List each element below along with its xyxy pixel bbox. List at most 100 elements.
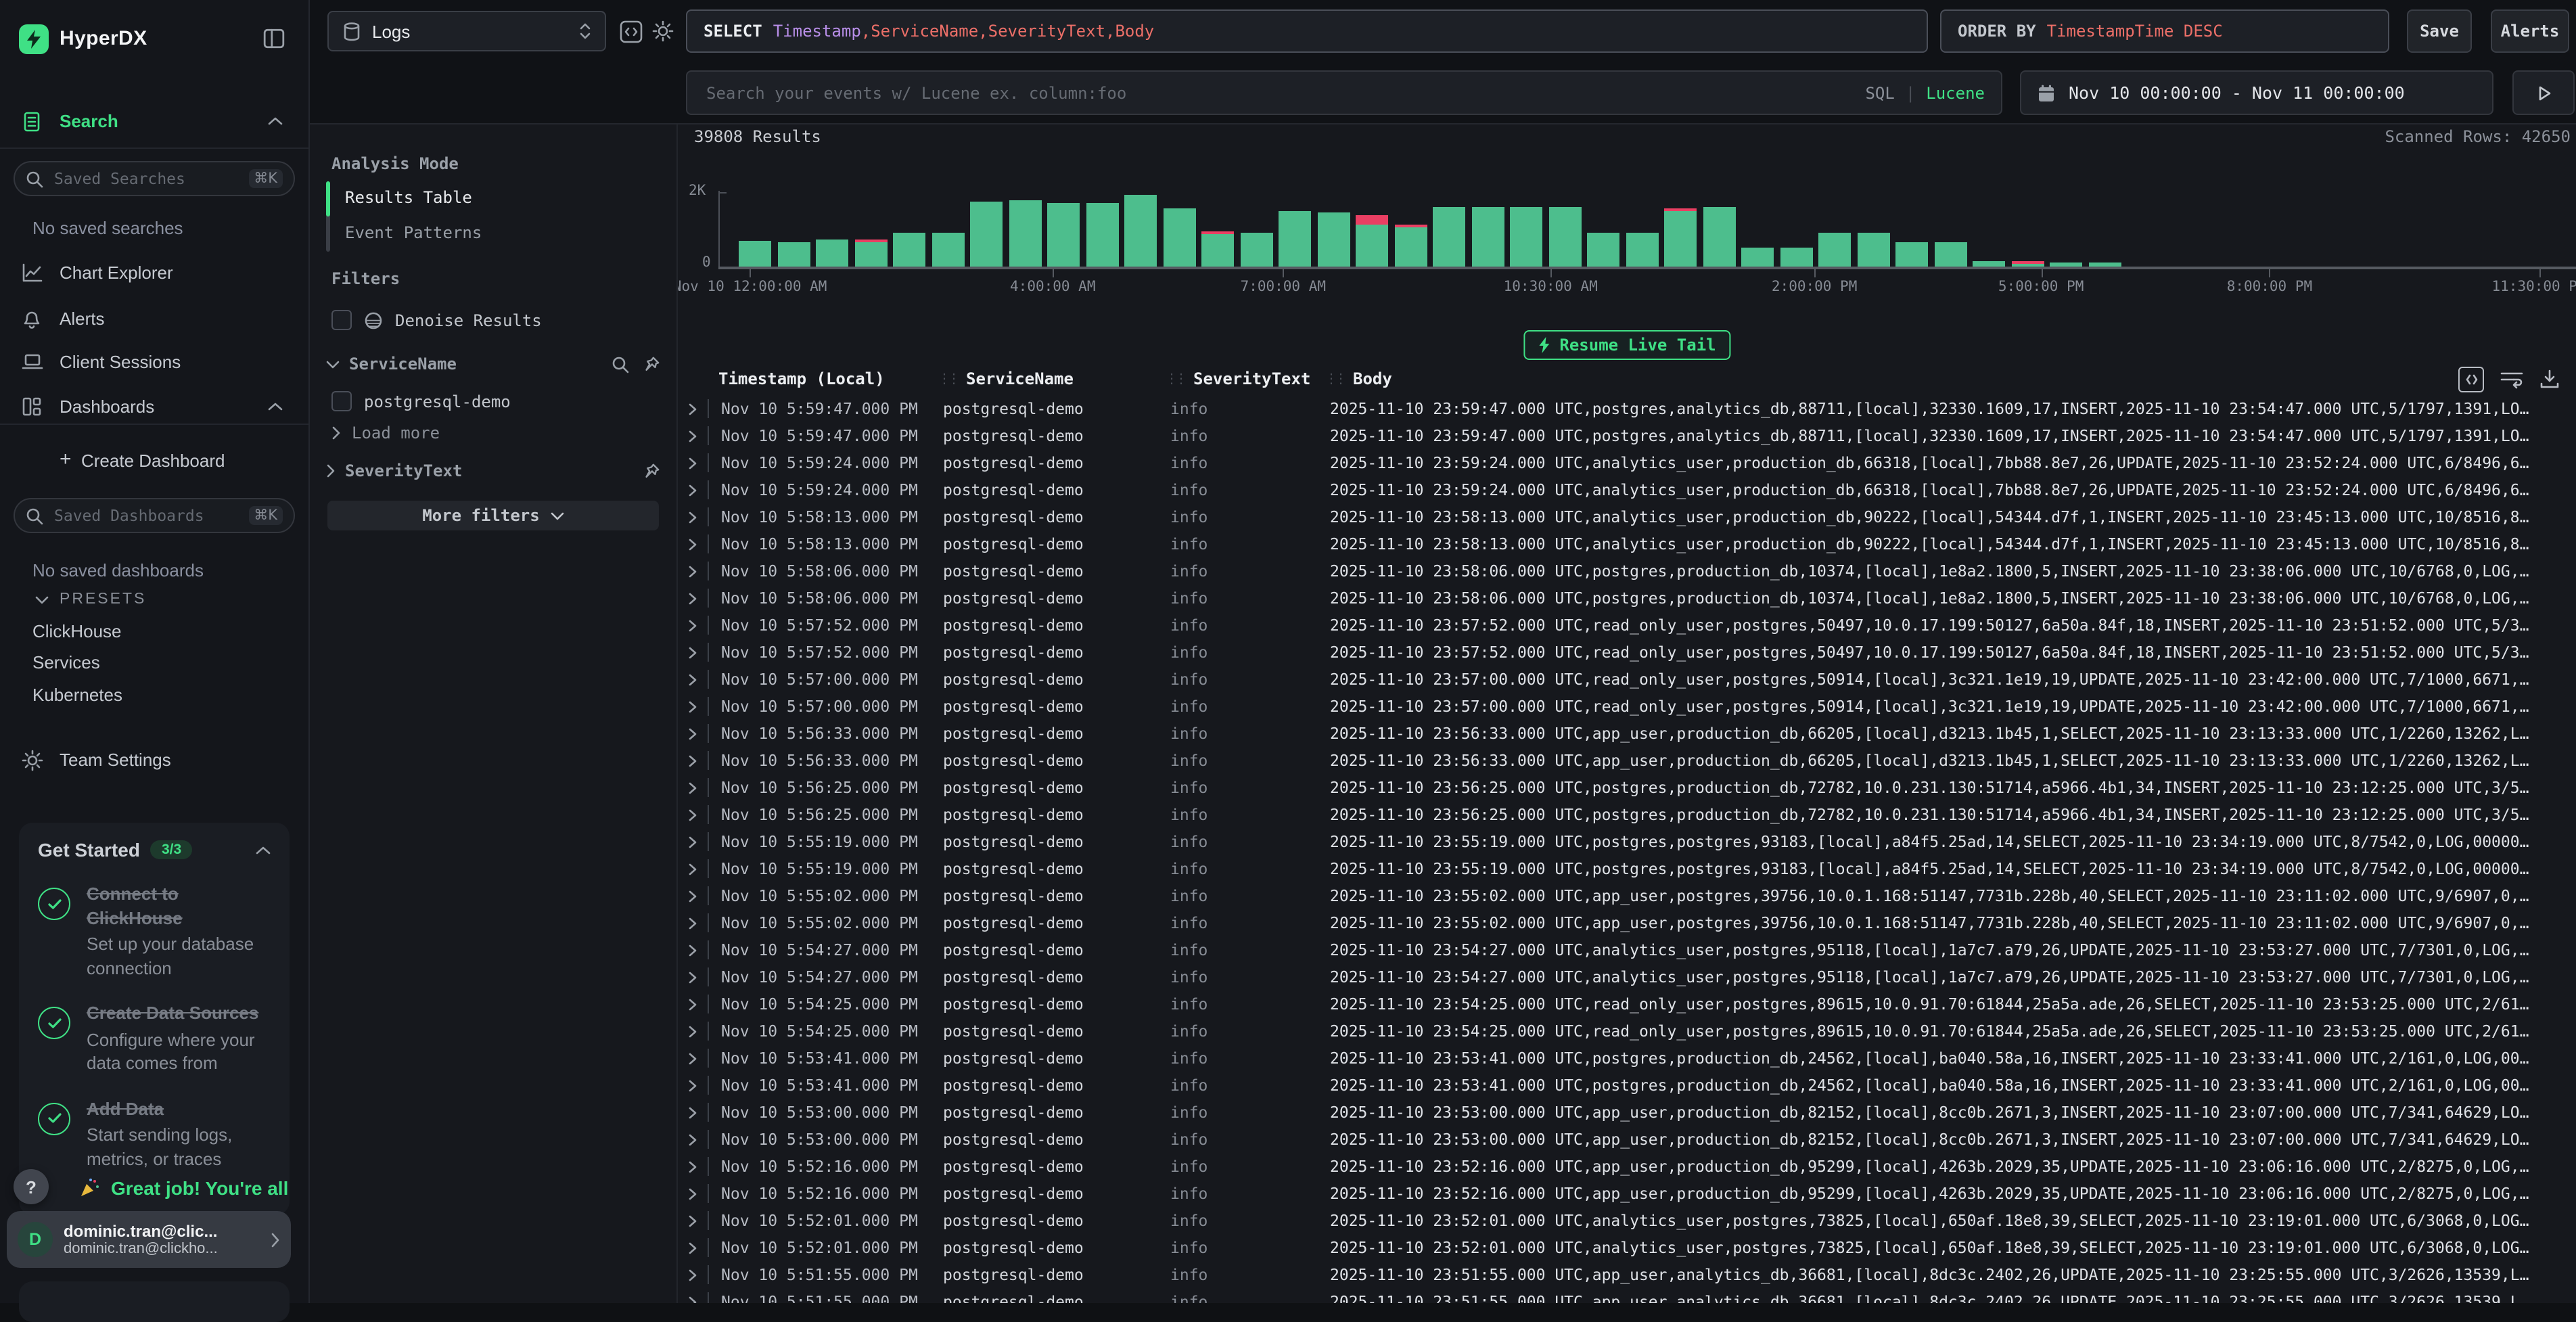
expand-row-icon[interactable] — [678, 511, 708, 523]
column-drag-handle[interactable]: ⋮⋮ — [1325, 371, 1343, 386]
histogram-bar[interactable] — [1471, 207, 1504, 267]
sidebar-item-team-settings[interactable]: Team Settings — [0, 743, 308, 778]
histogram-bar[interactable] — [893, 233, 925, 267]
get-started-step[interactable]: Add Data Start sending logs, metrics, or… — [38, 1097, 271, 1171]
filter-group-severitytext[interactable]: SeverityText — [326, 461, 660, 480]
histogram-bar[interactable] — [1394, 225, 1427, 267]
table-row[interactable]: Nov 10 5:55:19.000 PM postgresql-demo in… — [678, 855, 2576, 882]
resume-live-tail-button[interactable]: Resume Live Tail — [1523, 330, 1730, 360]
source-select[interactable]: Logs — [327, 11, 606, 51]
get-started-step[interactable]: Create Data Sources Configure where your… — [38, 1001, 271, 1075]
preset-clickhouse[interactable]: ClickHouse — [32, 621, 122, 641]
table-row[interactable]: Nov 10 5:55:02.000 PM postgresql-demo in… — [678, 882, 2576, 909]
histogram-bar[interactable] — [1510, 207, 1542, 267]
more-filters-button[interactable]: More filters — [327, 501, 659, 530]
table-row[interactable]: Nov 10 5:57:00.000 PM postgresql-demo in… — [678, 666, 2576, 693]
language-toggle-sql[interactable]: SQL — [1865, 83, 1894, 102]
preset-services[interactable]: Services — [32, 652, 100, 673]
expand-row-icon[interactable] — [678, 1025, 708, 1037]
histogram-bar[interactable] — [1163, 208, 1195, 267]
histogram-bar[interactable] — [1973, 261, 2005, 267]
expand-row-icon[interactable] — [678, 1160, 708, 1172]
histogram-bar[interactable] — [932, 233, 964, 267]
histogram-bar[interactable] — [1548, 207, 1581, 267]
expand-row-icon[interactable] — [678, 1214, 708, 1227]
query-settings-gear-icon[interactable] — [651, 19, 675, 43]
expand-row-icon[interactable] — [678, 700, 708, 712]
expand-row-icon[interactable] — [678, 403, 708, 415]
table-row[interactable]: Nov 10 5:56:25.000 PM postgresql-demo in… — [678, 801, 2576, 828]
expand-row-icon[interactable] — [678, 836, 708, 848]
table-row[interactable]: Nov 10 5:52:16.000 PM postgresql-demo in… — [678, 1153, 2576, 1180]
table-row[interactable]: Nov 10 5:57:52.000 PM postgresql-demo in… — [678, 639, 2576, 666]
expand-row-icon[interactable] — [678, 754, 708, 767]
event-search-bar[interactable]: SQL | Lucene — [686, 70, 2002, 115]
header-timestamp[interactable]: Timestamp (Local) — [708, 369, 932, 388]
table-row[interactable]: Nov 10 5:58:06.000 PM postgresql-demo in… — [678, 585, 2576, 612]
histogram-bar[interactable] — [1086, 203, 1118, 267]
expand-row-icon[interactable] — [678, 565, 708, 577]
expand-row-icon[interactable] — [678, 484, 708, 496]
table-row[interactable]: Nov 10 5:54:25.000 PM postgresql-demo in… — [678, 990, 2576, 1018]
histogram-bar[interactable] — [970, 202, 1003, 267]
histogram-bar[interactable] — [816, 240, 848, 267]
chevron-up-icon[interactable] — [268, 116, 283, 126]
search-icon[interactable] — [612, 355, 629, 373]
create-dashboard-button[interactable]: + Create Dashboard — [0, 444, 308, 479]
expand-row-icon[interactable] — [678, 430, 708, 442]
table-row[interactable]: Nov 10 5:59:47.000 PM postgresql-demo in… — [678, 395, 2576, 422]
expand-row-icon[interactable] — [678, 1296, 708, 1303]
get-started-step[interactable]: Connect to ClickHouse Set up your databa… — [38, 882, 271, 980]
histogram-bar[interactable] — [1201, 231, 1234, 267]
mode-event-patterns[interactable]: Event Patterns — [345, 223, 482, 242]
preset-kubernetes[interactable]: Kubernetes — [32, 685, 122, 705]
table-row[interactable]: Nov 10 5:59:24.000 PM postgresql-demo in… — [678, 449, 2576, 476]
histogram-bar[interactable] — [1857, 233, 1889, 267]
column-drag-handle[interactable]: ⋮⋮ — [1165, 371, 1184, 386]
hyperdx-logo-icon[interactable] — [19, 24, 49, 54]
expand-row-icon[interactable] — [678, 1106, 708, 1118]
histogram-bar[interactable] — [854, 240, 887, 267]
load-more-button[interactable]: Load more — [331, 424, 440, 442]
table-row[interactable]: Nov 10 5:58:13.000 PM postgresql-demo in… — [678, 503, 2576, 530]
help-button[interactable]: ? — [14, 1169, 49, 1204]
sidebar-item-dashboards[interactable]: Dashboards — [0, 390, 308, 425]
table-row[interactable]: Nov 10 5:56:33.000 PM postgresql-demo in… — [678, 720, 2576, 747]
orderby-clause-input[interactable]: ORDER BY TimestampTime DESC — [1940, 9, 2389, 53]
expand-row-icon[interactable] — [678, 457, 708, 469]
table-row[interactable]: Nov 10 5:53:41.000 PM postgresql-demo in… — [678, 1072, 2576, 1099]
histogram-bar[interactable] — [1934, 242, 1967, 267]
sidebar-item-client-sessions[interactable]: Client Sessions — [0, 345, 308, 380]
save-button[interactable]: Save — [2407, 9, 2472, 53]
run-query-button[interactable] — [2512, 70, 2575, 115]
pin-icon[interactable] — [643, 355, 660, 373]
histogram-bar[interactable] — [777, 242, 810, 267]
expand-row-icon[interactable] — [678, 538, 708, 550]
expand-row-icon[interactable] — [678, 971, 708, 983]
select-clause-input[interactable]: SELECT Timestamp,ServiceName,SeverityTex… — [686, 9, 1928, 53]
code-view-button[interactable] — [618, 19, 643, 43]
histogram-bar[interactable] — [1009, 200, 1041, 267]
histogram-bar[interactable] — [1587, 233, 1619, 267]
header-servicename[interactable]: ⋮⋮ServiceName — [932, 369, 1159, 388]
expand-row-icon[interactable] — [678, 890, 708, 902]
denoise-results-option[interactable]: Denoise Results — [331, 310, 542, 330]
saved-dashboards-input[interactable] — [51, 505, 240, 526]
table-row[interactable]: Nov 10 5:52:01.000 PM postgresql-demo in… — [678, 1234, 2576, 1261]
header-body[interactable]: ⋮⋮Body — [1319, 369, 2576, 388]
download-icon[interactable] — [2539, 369, 2560, 389]
histogram-bar[interactable] — [1703, 207, 1735, 267]
histogram-bar[interactable] — [1741, 248, 1774, 267]
expand-row-icon[interactable] — [678, 998, 708, 1010]
code-view-icon[interactable] — [2458, 366, 2484, 392]
table-row[interactable]: Nov 10 5:54:25.000 PM postgresql-demo in… — [678, 1018, 2576, 1045]
histogram-bar[interactable] — [1895, 242, 1928, 267]
histogram-bar[interactable] — [739, 241, 771, 267]
column-drag-handle[interactable]: ⋮⋮ — [938, 371, 957, 386]
table-row[interactable]: Nov 10 5:51:55.000 PM postgresql-demo in… — [678, 1288, 2576, 1303]
table-row[interactable]: Nov 10 5:55:02.000 PM postgresql-demo in… — [678, 909, 2576, 936]
saved-dashboards-search[interactable]: ⌘K — [14, 498, 295, 533]
filter-option-postgresql-demo[interactable]: postgresql-demo — [331, 391, 511, 411]
histogram-bar[interactable] — [1279, 211, 1311, 267]
histogram-bar[interactable] — [1356, 215, 1388, 267]
